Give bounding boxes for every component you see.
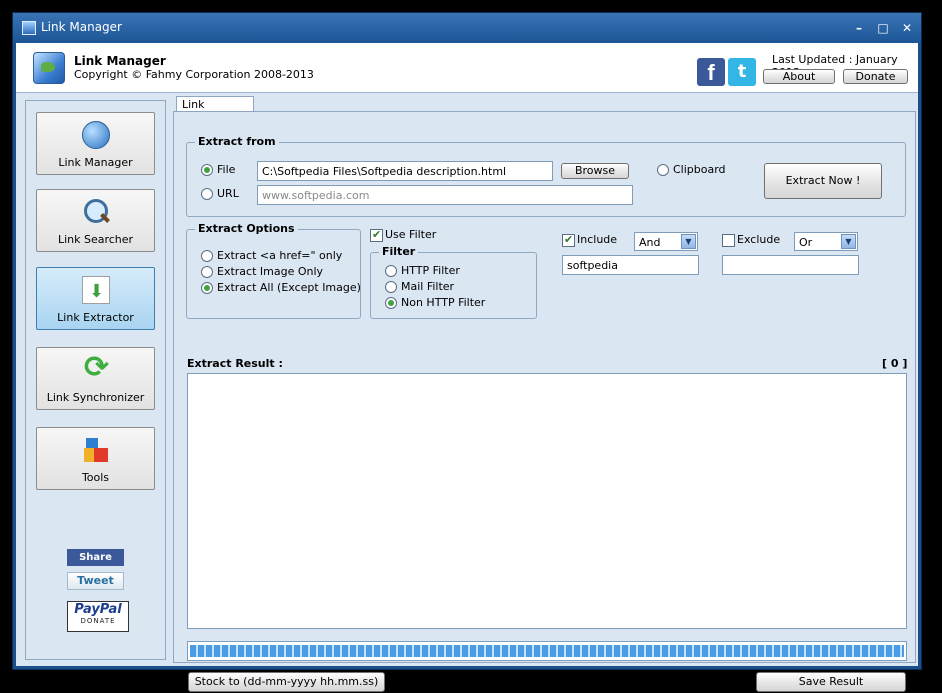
twitter-icon[interactable]: t (728, 58, 756, 86)
tweet-label: Tweet (77, 574, 114, 587)
use-filter-checkbox[interactable] (370, 228, 383, 242)
browse-button[interactable]: Browse (561, 163, 629, 179)
extract-icon (82, 276, 110, 304)
mail-filter-label: Mail Filter (401, 280, 455, 293)
sidebar-item-link-searcher[interactable]: Link Searcher (36, 189, 155, 252)
link-extractor-panel: Extract from File C:\Softpedia Files\Sof… (173, 111, 916, 692)
globe-icon (82, 121, 110, 149)
progress-bar (187, 641, 907, 661)
include-operator-value: And (639, 236, 661, 249)
mail-filter-radio[interactable] (385, 281, 397, 293)
include-label: Include (577, 233, 618, 246)
http-filter-label: HTTP Filter (401, 264, 460, 277)
sidebar-item-label: Link Manager (58, 156, 133, 169)
sidebar: Link Manager Link Searcher Link Extracto… (25, 100, 166, 660)
minimize-button[interactable]: – (849, 18, 869, 38)
sidebar-item-link-manager[interactable]: Link Manager (36, 112, 155, 175)
sidebar-item-tools[interactable]: Tools (36, 427, 155, 490)
save-result-button[interactable]: Save Result (756, 672, 906, 692)
exclude-operator-select[interactable]: Or ▼ (794, 232, 858, 251)
include-checkbox[interactable] (562, 233, 575, 247)
extract-from-group: Extract from File C:\Softpedia Files\Sof… (186, 135, 906, 217)
clipboard-radio-label: Clipboard (673, 163, 726, 176)
magnifier-icon (82, 198, 110, 226)
url-input[interactable]: www.softpedia.com (257, 185, 633, 205)
close-button[interactable]: ✕ (897, 18, 917, 38)
chevron-down-icon: ▼ (841, 234, 856, 249)
maximize-button[interactable]: □ (873, 18, 893, 38)
about-button[interactable]: About (763, 69, 835, 84)
extract-options-group: Extract Options Extract <a href=" only E… (186, 222, 361, 319)
file-radio-label: File (217, 163, 236, 176)
extract-from-title: Extract from (195, 135, 279, 148)
app-icon (22, 21, 36, 35)
include-text-input[interactable]: softpedia (562, 255, 699, 275)
extract-all-radio[interactable] (201, 282, 213, 294)
url-radio-label: URL (217, 187, 239, 200)
exclude-checkbox[interactable] (722, 234, 735, 247)
sidebar-item-link-synchronizer[interactable]: Link Synchronizer (36, 347, 155, 410)
paypal-donate-label: DONATE (80, 617, 116, 625)
result-count: [ 0 ] (882, 357, 908, 370)
sync-icon (82, 350, 110, 385)
exclude-operator-value: Or (799, 236, 813, 249)
stock-to-button[interactable]: Stock to (dd-mm-yyyy hh.mm.ss) (188, 672, 385, 692)
app-header: Link Manager Copyright © Fahmy Corporati… (16, 43, 918, 93)
paypal-donate-button[interactable]: PayPal DONATE (67, 601, 129, 632)
non-http-filter-radio[interactable] (385, 297, 397, 309)
file-radio[interactable] (201, 164, 213, 176)
non-http-filter-label: Non HTTP Filter (401, 296, 486, 309)
chevron-down-icon: ▼ (681, 234, 696, 249)
sidebar-item-label: Link Extractor (57, 311, 134, 324)
extract-href-label: Extract <a href=" only (217, 249, 343, 262)
facebook-share-label: Share (79, 552, 112, 563)
globe-logo-icon (33, 52, 65, 84)
sidebar-item-label: Tools (81, 471, 110, 484)
title-bar[interactable]: Link Manager – □ ✕ (13, 13, 921, 43)
facebook-icon[interactable]: f (697, 58, 725, 86)
client-area: Link Manager Copyright © Fahmy Corporati… (16, 43, 918, 692)
window-title: Link Manager (41, 20, 122, 34)
exclude-label: Exclude (737, 233, 781, 246)
tweet-button[interactable]: Tweet (67, 572, 124, 590)
progress-fill (190, 645, 904, 657)
http-filter-radio[interactable] (385, 265, 397, 277)
exclude-text-input[interactable] (722, 255, 859, 275)
filter-title: Filter (379, 245, 419, 258)
sidebar-item-link-extractor[interactable]: Link Extractor (36, 267, 155, 330)
extract-href-radio[interactable] (201, 250, 213, 262)
include-operator-select[interactable]: And ▼ (634, 232, 698, 251)
filter-group: Filter HTTP Filter Mail Filter Non HTTP … (370, 245, 537, 319)
tools-icon (82, 436, 110, 464)
file-path-input[interactable]: C:\Softpedia Files\Softpedia description… (257, 161, 553, 181)
extract-image-radio[interactable] (201, 266, 213, 278)
copyright-text: Copyright © Fahmy Corporation 2008-2013 (74, 68, 314, 81)
extract-result-list[interactable] (187, 373, 907, 629)
extract-result-label: Extract Result : (187, 357, 283, 370)
extract-now-button[interactable]: Extract Now ! (764, 163, 882, 199)
extract-options-title: Extract Options (195, 222, 298, 235)
app-window: Link Manager – □ ✕ Link Manager Copyrigh… (12, 12, 922, 692)
clipboard-radio[interactable] (657, 164, 669, 176)
app-name: Link Manager (74, 54, 166, 68)
tab-link-extractor[interactable]: Link Extractor (176, 96, 254, 126)
facebook-share-button[interactable]: Share (67, 549, 124, 566)
url-radio[interactable] (201, 188, 213, 200)
sidebar-item-label: Link Searcher (57, 233, 134, 246)
sidebar-item-label: Link Synchronizer (46, 391, 145, 404)
extract-all-label: Extract All (Except Image) (217, 281, 361, 294)
use-filter-label: Use Filter (385, 228, 437, 241)
extract-image-label: Extract Image Only (217, 265, 324, 278)
donate-button[interactable]: Donate (843, 69, 908, 84)
paypal-label: PayPal (74, 602, 122, 617)
